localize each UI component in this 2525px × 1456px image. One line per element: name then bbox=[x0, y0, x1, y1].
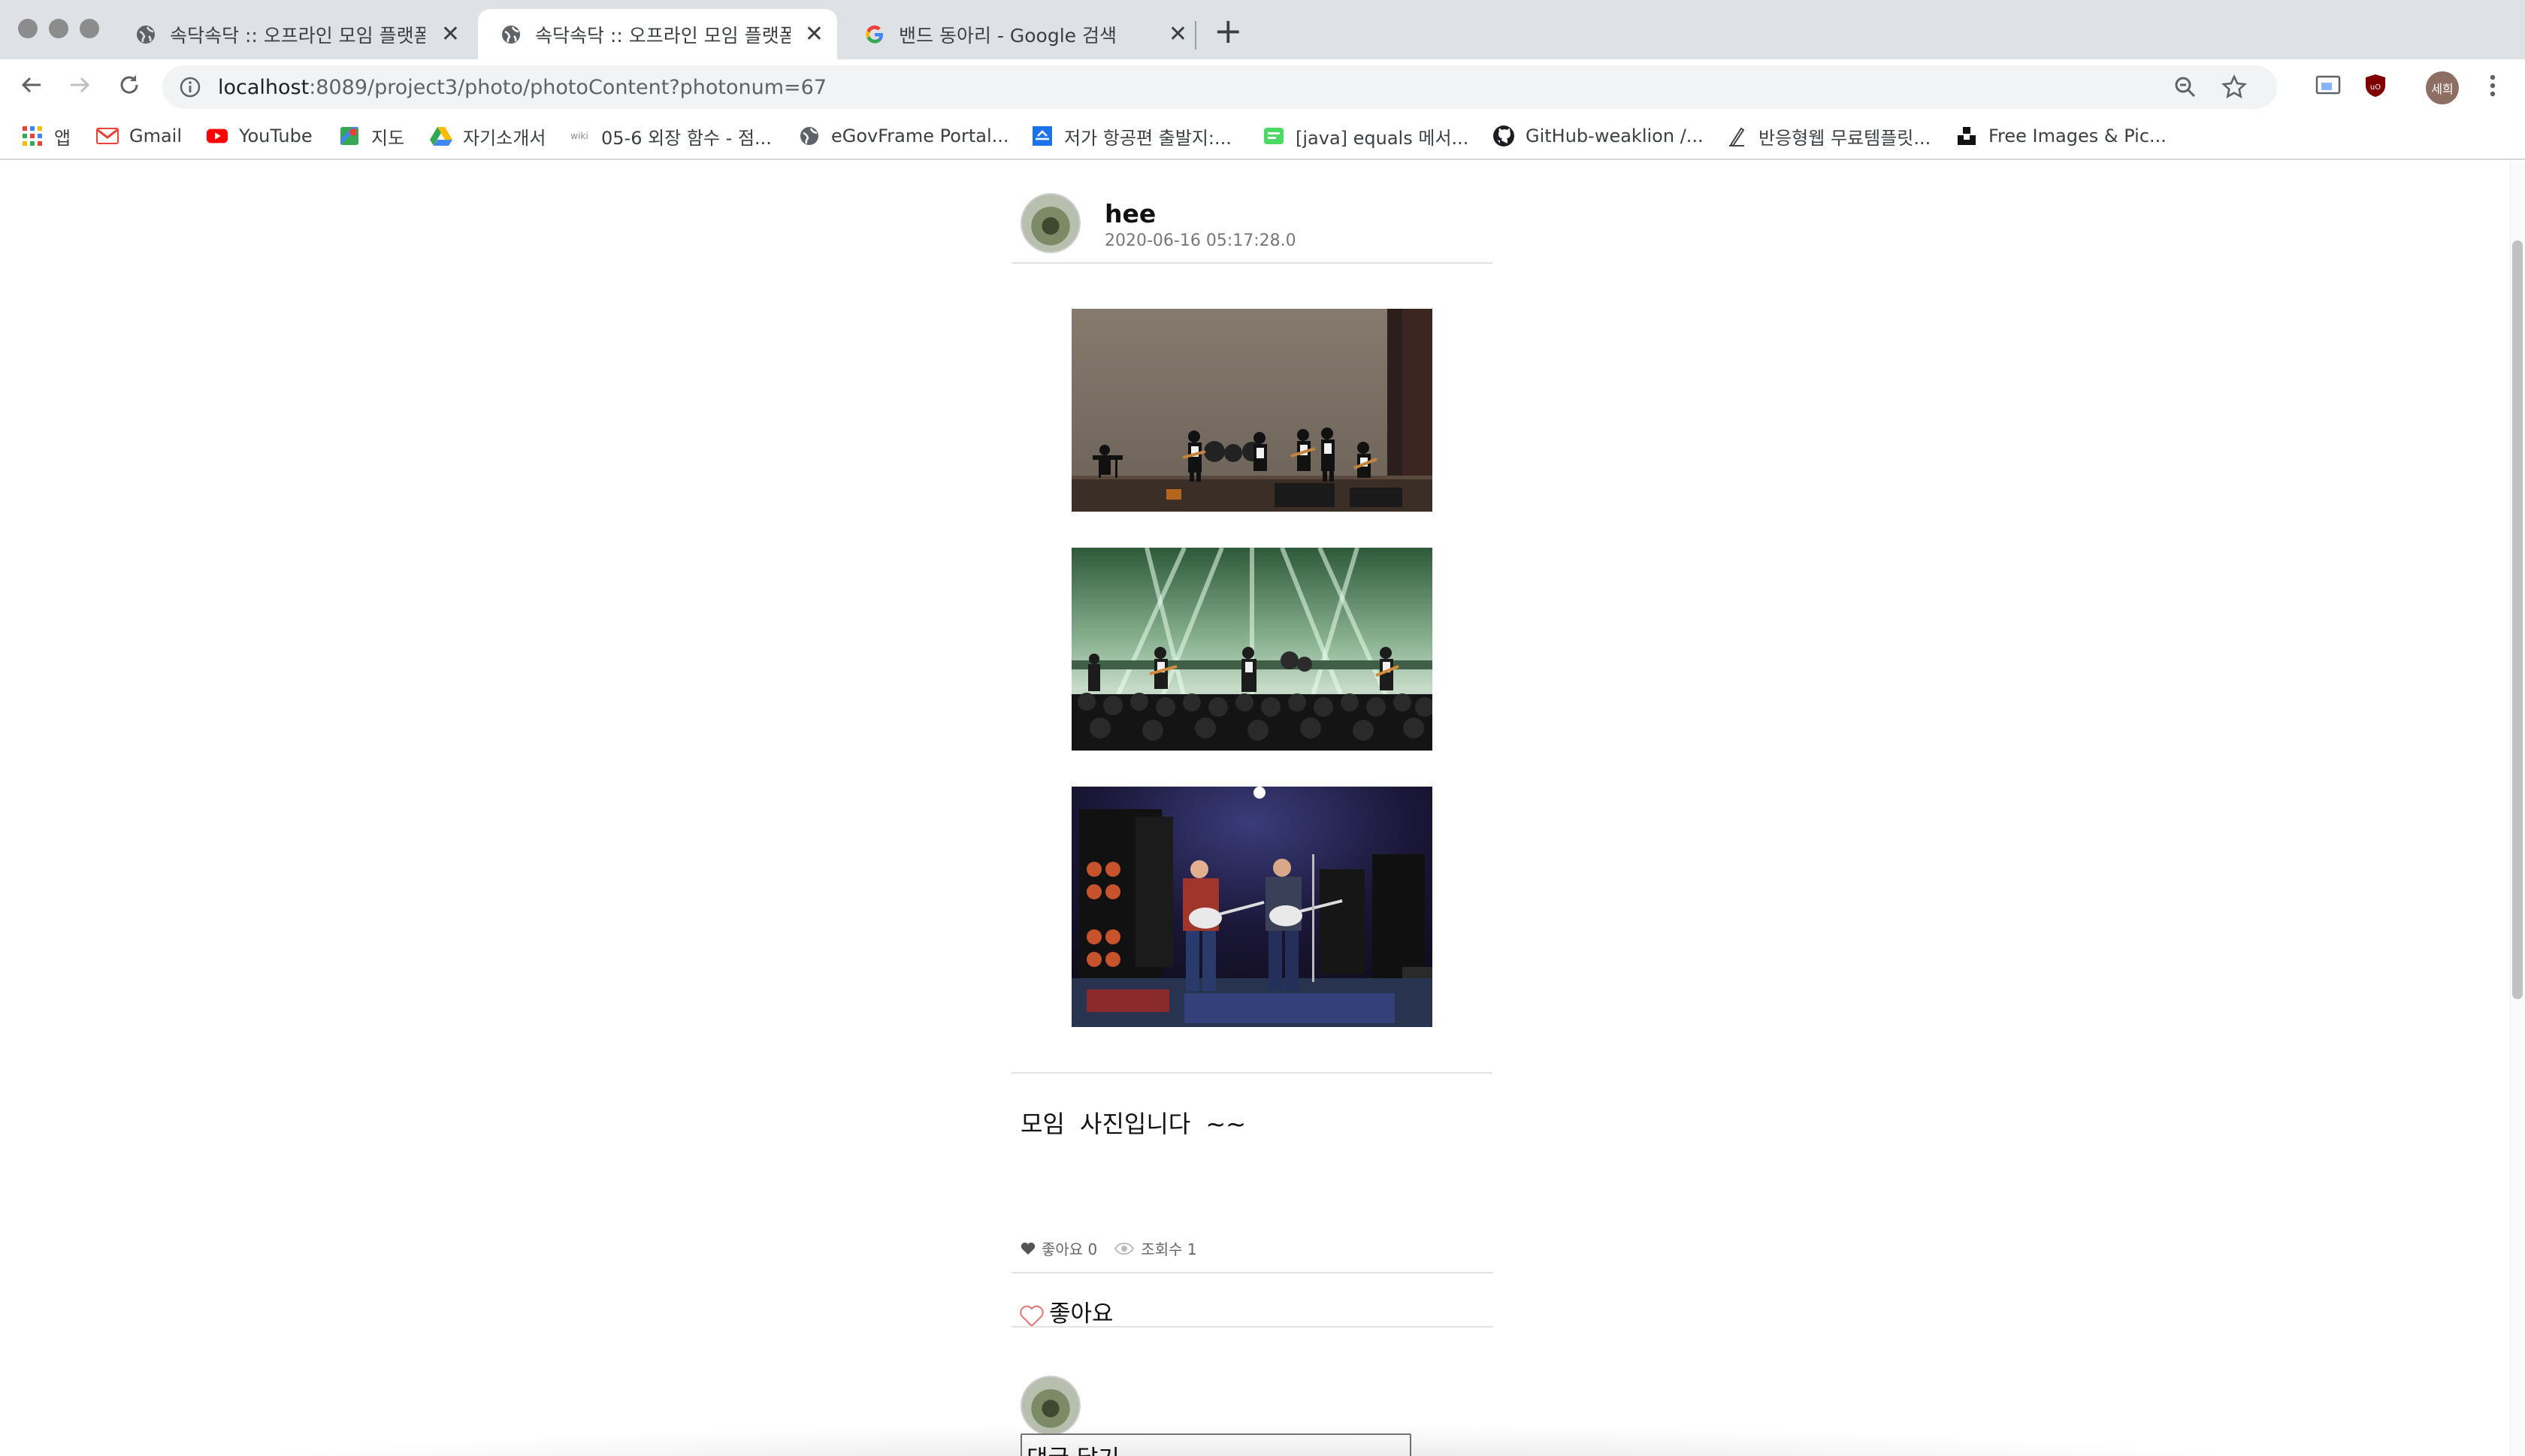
tab-title: 밴드 동아리 - Google 검색 bbox=[899, 24, 1117, 47]
menu-kebab-icon[interactable] bbox=[2477, 70, 2508, 101]
youtube-icon bbox=[206, 125, 228, 147]
post-header: hee 2020-06-16 05:17:28.0 bbox=[1012, 162, 1492, 264]
comment-input[interactable] bbox=[1021, 1433, 1411, 1456]
close-icon[interactable]: ✕ bbox=[1169, 21, 1187, 47]
heart-outline-icon bbox=[1020, 1305, 1044, 1328]
ublock-icon[interactable]: uO bbox=[2360, 70, 2391, 101]
browser-toolbar: localhost:8089/project3/photo/photoConte… bbox=[0, 59, 2525, 112]
post-stats: 좋아요 0 조회수 1 bbox=[1021, 1237, 1214, 1259]
divider bbox=[1012, 1326, 1492, 1328]
divider bbox=[1012, 1272, 1492, 1273]
post-text: 모임 사진입니다 ~~ bbox=[1021, 1110, 1247, 1138]
comment-avatar bbox=[1021, 1376, 1081, 1436]
author-name[interactable]: hee bbox=[1105, 199, 1156, 228]
apps-grid-icon bbox=[21, 125, 44, 147]
eye-icon bbox=[1114, 1242, 1135, 1255]
browser-tab-bar: 속닥속닥 :: 오프라인 모임 플랫폼 ✕ 속닥속닥 :: 오프라인 모임 플랫… bbox=[0, 0, 2525, 59]
bookmark-gmail[interactable]: Gmail bbox=[96, 122, 182, 150]
back-button[interactable] bbox=[17, 70, 47, 100]
bookmark-flights[interactable]: 저가 항공편 출발지:... bbox=[1031, 122, 1232, 150]
window-close-control[interactable] bbox=[18, 19, 38, 38]
maps-icon bbox=[338, 125, 361, 147]
tab-title: 속닥속닥 :: 오프라인 모임 플랫폼 bbox=[535, 24, 791, 47]
flight-icon bbox=[1031, 125, 1054, 147]
bookmark-wikidocs[interactable]: wiki 05-6 외장 함수 - 점... bbox=[568, 122, 772, 150]
profile-avatar[interactable]: 세희 bbox=[2426, 71, 2459, 104]
globe-icon bbox=[500, 24, 522, 45]
google-icon bbox=[864, 24, 885, 45]
info-icon[interactable] bbox=[179, 76, 201, 98]
bookmark-egovframe[interactable]: eGovFrame Portal... bbox=[798, 122, 1009, 150]
avatar bbox=[1021, 1376, 1081, 1436]
close-icon[interactable]: ✕ bbox=[441, 21, 460, 47]
photo-post: hee 2020-06-16 05:17:28.0 모임 사진입니다 ~~ 좋아… bbox=[1012, 162, 1492, 1456]
divider bbox=[1012, 1072, 1492, 1074]
pen-icon bbox=[1725, 125, 1748, 147]
bookmarks-bar: 앱 Gmail YouTube 지도 자기소개서 wiki 05-6 외장 함수… bbox=[0, 112, 2525, 160]
svg-text:uO: uO bbox=[2370, 83, 2381, 92]
view-count: 조회수 1 bbox=[1114, 1237, 1197, 1259]
wikidocs-icon: wiki bbox=[568, 125, 591, 147]
band-stage-photo-3[interactable] bbox=[1072, 787, 1432, 1027]
close-icon[interactable]: ✕ bbox=[805, 21, 824, 47]
unsplash-icon bbox=[1955, 125, 1978, 147]
globe-icon bbox=[135, 24, 156, 45]
url-text[interactable]: localhost:8089/project3/photo/photoConte… bbox=[218, 76, 827, 99]
reload-button[interactable] bbox=[114, 70, 144, 100]
gmail-icon bbox=[96, 125, 119, 147]
tab-3[interactable]: 밴드 동아리 - Google 검색 ✕ bbox=[842, 9, 1201, 59]
drive-icon bbox=[430, 125, 452, 147]
bookmark-github[interactable]: GitHub-weaklion /... bbox=[1492, 122, 1704, 150]
github-icon bbox=[1492, 125, 1515, 147]
zoom-icon[interactable] bbox=[2173, 75, 2197, 99]
bookmark-maps[interactable]: 지도 bbox=[338, 122, 404, 150]
bookmark-java-equals[interactable]: [java] equals 메서... bbox=[1262, 122, 1468, 150]
tab-1[interactable]: 속닥속닥 :: 오프라인 모임 플랫폼 ✕ bbox=[113, 9, 473, 59]
like-button-label: 좋아요 bbox=[1049, 1300, 1114, 1328]
post-date: 2020-06-16 05:17:28.0 bbox=[1105, 231, 1296, 250]
bookmark-star-icon[interactable] bbox=[2221, 74, 2247, 100]
bookmark-apps[interactable]: 앱 bbox=[21, 122, 71, 150]
band-stage-photo-2[interactable] bbox=[1072, 548, 1432, 751]
like-count: 좋아요 0 bbox=[1021, 1237, 1097, 1259]
tab-2[interactable]: 속닥속닥 :: 오프라인 모임 플랫폼 ✕ bbox=[478, 9, 837, 59]
bookmark-free-images[interactable]: Free Images & Pic... bbox=[1955, 122, 2167, 150]
heart-filled-icon bbox=[1021, 1242, 1036, 1255]
new-tab-button[interactable]: + bbox=[1214, 14, 1243, 48]
band-stage-photo-1[interactable] bbox=[1072, 309, 1432, 512]
page-viewport: hee 2020-06-16 05:17:28.0 모임 사진입니다 ~~ 좋아… bbox=[0, 162, 2510, 1456]
address-bar[interactable]: localhost:8089/project3/photo/photoConte… bbox=[162, 65, 2277, 109]
bookmark-responsive-template[interactable]: 반응형웹 무료템플릿... bbox=[1725, 122, 1931, 150]
window-minimize-control[interactable] bbox=[49, 19, 68, 38]
tab-separator bbox=[1195, 21, 1196, 50]
cast-icon[interactable] bbox=[2312, 70, 2344, 101]
avatar[interactable] bbox=[1021, 193, 1081, 253]
svg-text:wiki: wiki bbox=[570, 131, 588, 141]
globe-icon bbox=[798, 125, 821, 147]
tab-title: 속닥속닥 :: 오프라인 모임 플랫폼 bbox=[170, 24, 425, 47]
chat-icon bbox=[1262, 125, 1285, 147]
like-button[interactable]: 좋아요 bbox=[1019, 1281, 1114, 1328]
window-zoom-control[interactable] bbox=[80, 19, 99, 38]
bookmark-youtube[interactable]: YouTube bbox=[206, 122, 313, 150]
forward-button[interactable] bbox=[65, 70, 95, 100]
scrollbar-thumb[interactable] bbox=[2512, 240, 2523, 999]
bookmark-drive[interactable]: 자기소개서 bbox=[430, 122, 546, 150]
